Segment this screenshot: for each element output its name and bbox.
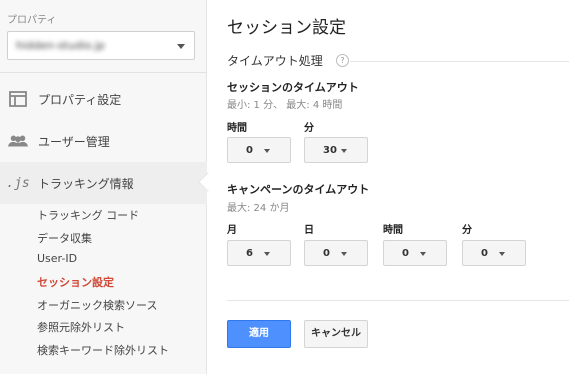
- dropdown-value: 30: [323, 145, 337, 156]
- session-timeout-title: セッションのタイムアウト: [227, 81, 359, 94]
- dropdown-value: 6: [246, 248, 253, 259]
- sub-item-session-settings[interactable]: セッション設定: [37, 274, 114, 290]
- page-title: セッション設定: [227, 18, 346, 38]
- main-content: セッション設定 タイムアウト処理 ? セッションのタイムアウト 最小: 1 分、…: [208, 0, 569, 374]
- sub-item-organic-search-sources[interactable]: オーガニック検索ソース: [37, 297, 157, 313]
- property-selector[interactable]: hidden-studio.jp: [7, 31, 195, 60]
- chevron-down-icon: [420, 252, 426, 256]
- layout-icon: [8, 89, 28, 109]
- sidebar-item-tracking-info[interactable]: .js トラッキング情報: [0, 162, 218, 204]
- session-timeout-hint: 最小: 1 分、 最大: 4 時間: [227, 100, 343, 111]
- chevron-down-icon: [264, 252, 270, 256]
- section-divider: [350, 61, 569, 62]
- sub-item-search-term-exclusion-list[interactable]: 検索キーワード除外リスト: [37, 342, 169, 358]
- property-value: hidden-studio.jp: [16, 39, 105, 52]
- session-minutes-dropdown[interactable]: 30: [304, 137, 368, 163]
- sub-item-data-collection[interactable]: データ収集: [37, 230, 92, 246]
- campaign-minutes-dropdown[interactable]: 0: [462, 240, 526, 266]
- campaign-hours-label: 時間: [383, 225, 403, 236]
- chevron-down-icon: [264, 149, 270, 153]
- sidebar-item-label: トラッキング情報: [38, 176, 134, 191]
- campaign-timeout-hint: 最大: 24 か月: [227, 203, 290, 214]
- campaign-minutes-label: 分: [462, 225, 472, 236]
- form-divider: [227, 300, 569, 301]
- campaign-days-dropdown[interactable]: 0: [304, 240, 368, 266]
- apply-button[interactable]: 適用: [227, 320, 291, 348]
- sidebar-item-label: プロパティ設定: [38, 92, 122, 107]
- chevron-down-icon: [499, 252, 505, 256]
- cancel-button[interactable]: キャンセル: [304, 320, 368, 348]
- sidebar-item-label: ユーザー管理: [38, 134, 110, 149]
- session-hours-dropdown[interactable]: 0: [227, 137, 291, 163]
- users-icon: [8, 131, 28, 151]
- section-title: タイムアウト処理: [227, 54, 323, 68]
- campaign-timeout-title: キャンペーンのタイムアウト: [227, 183, 370, 196]
- js-icon: .js: [6, 175, 30, 191]
- sidebar-divider: [0, 72, 207, 73]
- property-label: プロパティ: [7, 15, 57, 26]
- sidebar-item-property-settings[interactable]: プロパティ設定: [0, 78, 207, 120]
- sidebar-item-user-management[interactable]: ユーザー管理: [0, 120, 207, 162]
- help-icon[interactable]: ?: [336, 54, 349, 67]
- chevron-down-icon: [341, 252, 347, 256]
- campaign-hours-dropdown[interactable]: 0: [383, 240, 447, 266]
- chevron-down-icon: [341, 149, 347, 153]
- dropdown-value: 0: [323, 248, 330, 259]
- dropdown-value: 0: [481, 248, 488, 259]
- dropdown-value: 0: [246, 145, 253, 156]
- chevron-down-icon: [177, 44, 185, 49]
- campaign-days-label: 日: [304, 225, 314, 236]
- session-hours-label: 時間: [227, 123, 247, 134]
- sub-item-user-id[interactable]: User-ID: [37, 252, 77, 265]
- campaign-months-dropdown[interactable]: 6: [227, 240, 291, 266]
- dropdown-value: 0: [402, 248, 409, 259]
- sub-item-referral-exclusion-list[interactable]: 参照元除外リスト: [37, 319, 125, 335]
- session-minutes-label: 分: [304, 123, 314, 134]
- campaign-months-label: 月: [227, 225, 237, 236]
- sub-item-tracking-code[interactable]: トラッキング コード: [37, 207, 139, 223]
- sidebar: プロパティ hidden-studio.jp プロパティ設定 ユーザー管理 .j…: [0, 0, 218, 374]
